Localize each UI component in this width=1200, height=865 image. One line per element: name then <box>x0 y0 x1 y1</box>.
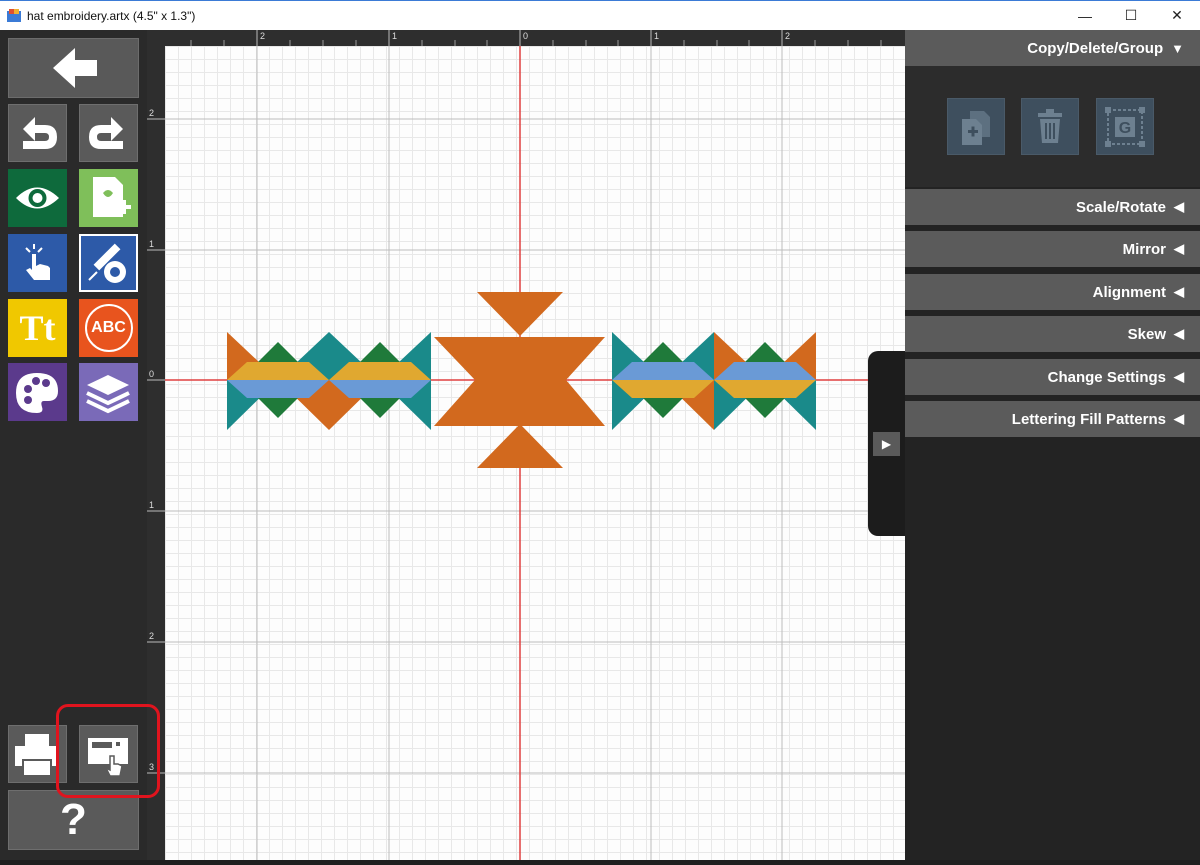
delete-button[interactable] <box>1021 98 1079 155</box>
text-tool-button[interactable]: Tt <box>8 299 67 357</box>
chevron-left-icon: ◀ <box>1174 369 1184 384</box>
redo-icon <box>89 117 123 149</box>
view-eye-icon <box>16 187 59 209</box>
color-palette-icon <box>16 373 58 413</box>
section-label: Change Settings <box>1047 368 1166 386</box>
design-canvas-area: 2 1 0 1 2 2 1 0 1 2 3 <box>147 30 905 860</box>
color-palette-button[interactable] <box>8 363 67 421</box>
layers-button[interactable] <box>79 363 138 421</box>
copy-delete-group-body: G <box>905 66 1200 187</box>
trash-icon <box>1038 108 1062 143</box>
ruler-top-label: 0 <box>523 31 529 41</box>
left-bowtie-outer <box>227 332 329 430</box>
ruler-top-label: 2 <box>785 31 791 41</box>
ruler-left-label: 1 <box>149 239 155 249</box>
add-design-icon <box>93 177 131 217</box>
ruler-top-label: 1 <box>654 31 660 41</box>
redo-button[interactable] <box>79 104 138 162</box>
monogram-button[interactable]: ABC <box>79 299 138 357</box>
maximize-button[interactable]: ☐ <box>1108 1 1154 30</box>
text-tt-icon: Tt <box>19 308 56 348</box>
ruler-left-label: 2 <box>149 108 155 118</box>
chevron-down-icon: ▼ <box>1171 40 1184 56</box>
back-button[interactable] <box>8 38 139 98</box>
section-skew[interactable]: Skew ◀ <box>905 316 1200 352</box>
duplicate-button[interactable] <box>947 98 1005 155</box>
close-button[interactable]: ✕ <box>1154 1 1200 30</box>
undo-button[interactable] <box>8 104 67 162</box>
ruler-left-label: 1 <box>149 500 155 510</box>
highlight-annotation <box>56 704 160 798</box>
back-arrow-icon <box>53 48 97 88</box>
window-title: hat embroidery.artx (4.5" x 1.3") <box>27 9 196 23</box>
section-label: Copy/Delete/Group <box>1027 39 1164 57</box>
chevron-left-icon: ◀ <box>1174 326 1184 341</box>
layers-icon <box>86 375 130 414</box>
section-lettering-fill-patterns[interactable]: Lettering Fill Patterns ◀ <box>905 401 1200 437</box>
group-letter: G <box>1119 120 1131 137</box>
center-motif <box>434 292 605 468</box>
ruler-top-label: 2 <box>260 31 266 41</box>
group-button[interactable]: G <box>1096 98 1154 155</box>
group-icon: G <box>1105 106 1145 147</box>
help-icon: ? <box>60 795 87 844</box>
app-icon <box>7 9 21 22</box>
section-label: Scale/Rotate <box>1075 198 1166 216</box>
left-bowtie-inner <box>329 332 431 430</box>
view-button[interactable] <box>8 169 67 227</box>
section-change-settings[interactable]: Change Settings ◀ <box>905 359 1200 395</box>
duplicate-icon <box>962 110 990 145</box>
right-panel: Copy/Delete/Group ▼ G Scale/Rotate ◀ Mir… <box>905 30 1200 860</box>
chevron-left-icon: ◀ <box>1174 411 1184 426</box>
ruler-top-label: 1 <box>392 31 398 41</box>
minimize-button[interactable]: — <box>1062 1 1108 30</box>
undo-icon <box>23 117 57 149</box>
ruler-left-label: 2 <box>149 631 155 641</box>
section-label: Skew <box>1127 325 1166 343</box>
chevron-left-icon: ◀ <box>1174 241 1184 256</box>
right-bowtie-outer <box>714 332 816 430</box>
section-label: Alignment <box>1092 283 1166 301</box>
chevron-left-icon: ◀ <box>1174 199 1184 214</box>
edit-tools-icon <box>88 243 126 283</box>
right-bowtie-inner <box>612 332 714 430</box>
top-ruler: 2 1 0 1 2 <box>165 30 905 46</box>
design-canvas[interactable] <box>165 46 905 860</box>
panel-toggle-button[interactable]: ▶ <box>873 432 900 456</box>
section-alignment[interactable]: Alignment ◀ <box>905 274 1200 310</box>
add-design-button[interactable] <box>79 169 138 227</box>
chevron-left-icon: ◀ <box>1174 284 1184 299</box>
select-hand-icon <box>25 244 50 280</box>
section-label: Lettering Fill Patterns <box>1011 410 1166 428</box>
section-copy-delete-group[interactable]: Copy/Delete/Group ▼ <box>905 30 1200 66</box>
help-button[interactable]: ? <box>8 790 139 850</box>
embroidery-design[interactable] <box>165 46 905 860</box>
select-button[interactable] <box>8 234 67 292</box>
monogram-abc-icon: ABC <box>91 319 126 336</box>
section-label: Mirror <box>1122 240 1166 258</box>
title-bar: hat embroidery.artx (4.5" x 1.3") — ☐ ✕ <box>0 0 1200 30</box>
ruler-left-label: 0 <box>149 369 155 379</box>
edit-tools-button[interactable] <box>79 234 138 292</box>
section-mirror[interactable]: Mirror ◀ <box>905 231 1200 267</box>
section-scale-rotate[interactable]: Scale/Rotate ◀ <box>905 189 1200 225</box>
